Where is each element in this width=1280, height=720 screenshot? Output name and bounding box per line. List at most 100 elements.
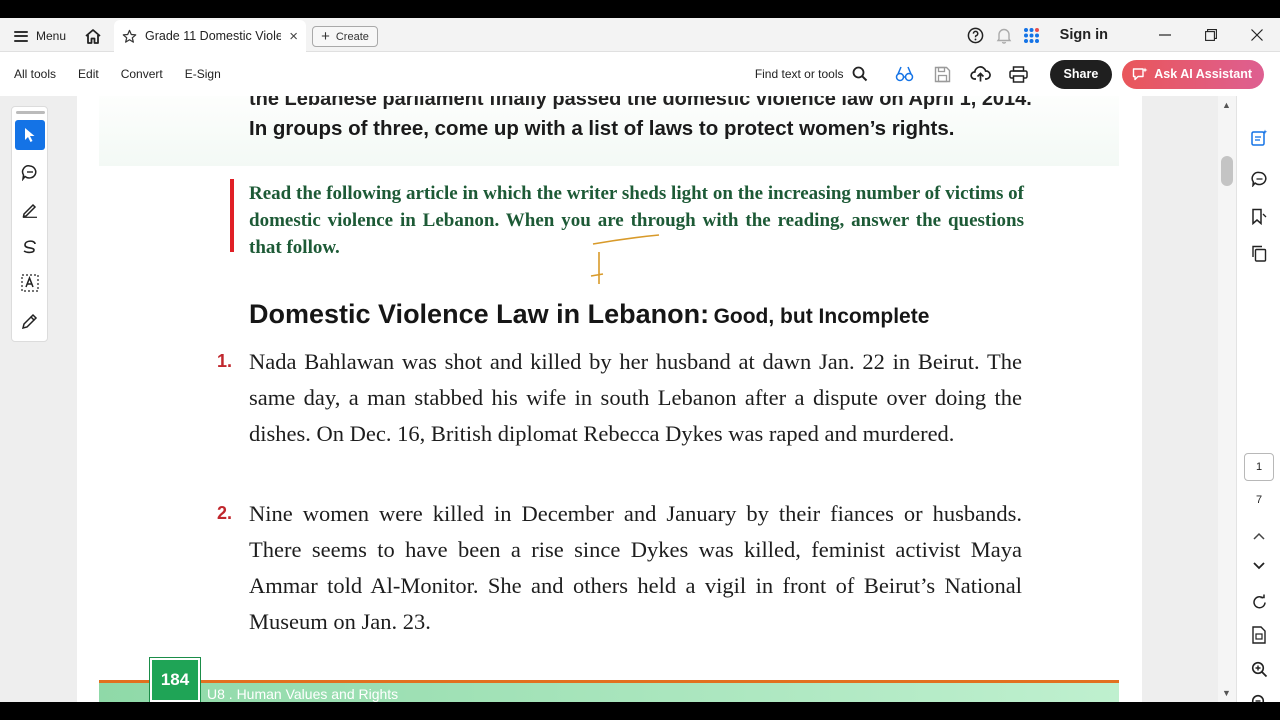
- page-number-badge: 184: [149, 657, 201, 702]
- cursor-arrow-icon: [25, 128, 35, 142]
- zoom-out-icon: [1251, 694, 1264, 702]
- comments-panel-button[interactable]: [1245, 165, 1273, 193]
- ai-summary-button[interactable]: [1245, 124, 1273, 152]
- pen-sign-icon: [21, 313, 38, 329]
- article-heading: Domestic Violence Law in Lebanon: Good, …: [249, 299, 929, 330]
- comment-tool[interactable]: [15, 157, 45, 187]
- right-panel-rail: 1 7: [1236, 96, 1280, 702]
- close-window-button[interactable]: [1234, 18, 1280, 52]
- save-button[interactable]: [924, 59, 962, 89]
- home-icon: [85, 28, 101, 44]
- article-paragraph: Nine women were killed in December and J…: [249, 501, 1022, 634]
- unit-footer-text: U8 . Human Values and Rights: [207, 686, 399, 702]
- paragraph-number: 2.: [217, 503, 233, 523]
- zoom-in-icon: [1251, 661, 1267, 677]
- create-label: Create: [335, 30, 369, 43]
- menu-label: Menu: [36, 29, 67, 43]
- close-icon: [1251, 29, 1263, 41]
- document-tab[interactable]: Grade 11 Domestic Viole... ×: [114, 20, 306, 52]
- cloud-upload-icon: [970, 66, 991, 82]
- scroll-thumb[interactable]: [1221, 156, 1233, 186]
- bookmarks-button[interactable]: [1245, 202, 1273, 230]
- document-fit-icon: [1252, 626, 1266, 644]
- edit-button[interactable]: Edit: [78, 67, 99, 81]
- sign-in-button[interactable]: Sign in: [1060, 27, 1108, 43]
- rail-grip[interactable]: [16, 111, 45, 114]
- current-page-field[interactable]: 1: [1244, 453, 1274, 481]
- document-workspace: the Lebanese parliament finally passed t…: [0, 96, 1280, 702]
- partial-text-line: the Lebanese parliament finally passed t…: [249, 96, 1032, 110]
- create-button[interactable]: + Create: [312, 26, 378, 47]
- ai-page-icon: [1251, 129, 1268, 146]
- find-tools-button[interactable]: Find text or tools: [755, 66, 868, 82]
- select-tool[interactable]: [15, 120, 45, 150]
- all-tools-button[interactable]: All tools: [14, 67, 56, 81]
- help-icon: [967, 27, 984, 43]
- next-page-button[interactable]: [1245, 552, 1273, 580]
- highlight-tool[interactable]: [15, 194, 45, 224]
- scroll-up-arrow-icon[interactable]: ▲: [1222, 100, 1231, 110]
- pdf-page[interactable]: the Lebanese parliament finally passed t…: [77, 96, 1142, 702]
- group-activity-text: In groups of three, come up with a list …: [249, 117, 955, 140]
- ask-ai-assistant-button[interactable]: Ask AI Assistant: [1122, 59, 1264, 89]
- freehand-icon: [23, 239, 36, 253]
- title-bar: Menu Grade 11 Domestic Viole... × + Crea…: [0, 18, 1280, 52]
- convert-button[interactable]: Convert: [121, 67, 163, 81]
- share-button[interactable]: Share: [1049, 59, 1113, 89]
- save-icon: [934, 66, 951, 82]
- toolbar-actions: Find text or tools Share Ask AI Assistan…: [755, 52, 1264, 96]
- scroll-down-arrow-icon[interactable]: ▼: [1222, 688, 1231, 698]
- zoom-in-button[interactable]: [1245, 655, 1273, 683]
- vertical-scrollbar[interactable]: ▲ ▼: [1218, 96, 1236, 702]
- chevron-up-icon: [1253, 532, 1265, 540]
- rotate-icon: [1252, 594, 1266, 608]
- find-label: Find text or tools: [754, 67, 844, 81]
- main-toolbar: All tools Edit Convert E-Sign Find text …: [0, 52, 1280, 96]
- hamburger-icon: [14, 30, 28, 42]
- search-icon: [852, 66, 867, 82]
- apps-button[interactable]: [1018, 21, 1046, 49]
- heading-sub: Good, but Incomplete: [713, 305, 930, 328]
- ai-assistant-icon: [1133, 67, 1148, 80]
- menu-button[interactable]: Menu: [8, 25, 72, 47]
- handwritten-annotation-icon: [590, 234, 660, 284]
- heading-main: Domestic Violence Law in Lebanon:: [249, 299, 710, 329]
- text-tool[interactable]: [15, 268, 45, 298]
- star-icon[interactable]: [122, 29, 137, 44]
- pages-panel-button[interactable]: [1245, 239, 1273, 267]
- copy-pages-icon: [1252, 245, 1267, 262]
- upload-cloud-button[interactable]: [962, 59, 1000, 89]
- read-aloud-icon: [895, 66, 913, 82]
- restore-icon: [1205, 29, 1217, 41]
- chevron-down-icon: [1253, 562, 1265, 570]
- quick-tools-rail: [11, 106, 48, 342]
- title-bar-right: Sign in: [962, 18, 1280, 52]
- comment-icon: [21, 164, 37, 181]
- help-button[interactable]: [962, 21, 990, 49]
- notifications-button[interactable]: [990, 21, 1018, 49]
- esign-button[interactable]: E-Sign: [185, 67, 221, 81]
- acrobat-window: Menu Grade 11 Domestic Viole... × + Crea…: [0, 18, 1280, 702]
- minimize-button[interactable]: [1142, 18, 1188, 52]
- article-paragraph: Nada Bahlawan was shot and killed by her…: [249, 349, 1022, 446]
- plus-icon: +: [321, 28, 330, 45]
- page-fit-button[interactable]: [1245, 621, 1273, 649]
- text-box-icon: [21, 274, 39, 292]
- pencil-icon: [22, 203, 37, 218]
- previous-page-button[interactable]: [1245, 522, 1273, 550]
- zoom-out-button[interactable]: [1245, 688, 1273, 702]
- sign-tool[interactable]: [15, 305, 45, 335]
- restore-button[interactable]: [1188, 18, 1234, 52]
- instruction-marker: [230, 179, 234, 252]
- read-aloud-button[interactable]: [886, 59, 924, 89]
- toolbar-menu: All tools Edit Convert E-Sign: [14, 52, 243, 96]
- draw-tool[interactable]: [15, 231, 45, 261]
- tab-close-icon[interactable]: ×: [289, 28, 298, 45]
- tab-title: Grade 11 Domestic Viole...: [145, 29, 282, 43]
- apps-grid-icon: [1024, 27, 1040, 43]
- bookmark-icon: [1252, 208, 1267, 225]
- print-button[interactable]: [1000, 59, 1038, 89]
- printer-icon: [1009, 65, 1028, 83]
- rotate-button[interactable]: [1245, 588, 1273, 616]
- home-button[interactable]: [80, 23, 106, 49]
